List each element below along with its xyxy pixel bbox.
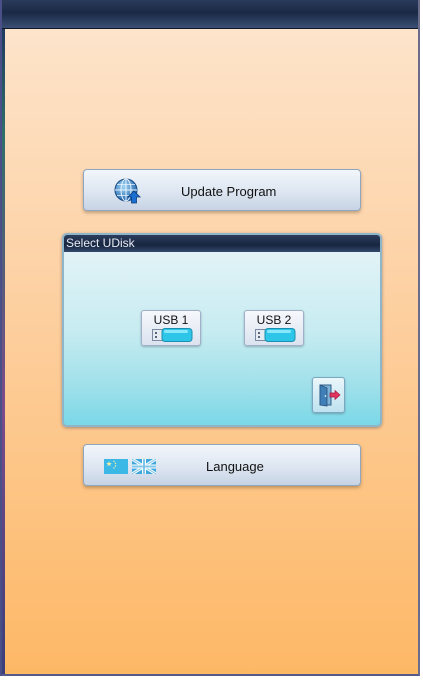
top-title-bar [2,0,418,29]
exit-door-icon [319,384,341,407]
uk-flag-icon [131,457,157,476]
globe-download-icon [114,178,142,204]
select-udisk-dialog: Select UDisk USB 1 USB 2 [62,233,382,427]
dialog-title: Select UDisk [64,235,380,252]
left-edge [2,0,5,674]
chinese-flag-icon [104,459,128,474]
usb-2-label: USB 2 [256,313,292,327]
usb-1-button[interactable]: USB 1 [141,310,201,346]
exit-button[interactable] [312,377,345,413]
update-program-label: Update Program [181,184,277,199]
main-panel: Update Program Select UDisk USB 1 USB 2 … [0,0,420,676]
usb-drive-icon [255,328,297,342]
update-program-button[interactable]: Update Program [83,169,361,211]
usb-drive-icon [152,328,194,342]
usb-2-button[interactable]: USB 2 [244,310,304,346]
usb-1-label: USB 1 [153,313,189,327]
screen: Update Program Select UDisk USB 1 USB 2 … [0,0,423,682]
language-button[interactable]: Language [83,444,361,486]
language-label: Language [206,459,264,474]
